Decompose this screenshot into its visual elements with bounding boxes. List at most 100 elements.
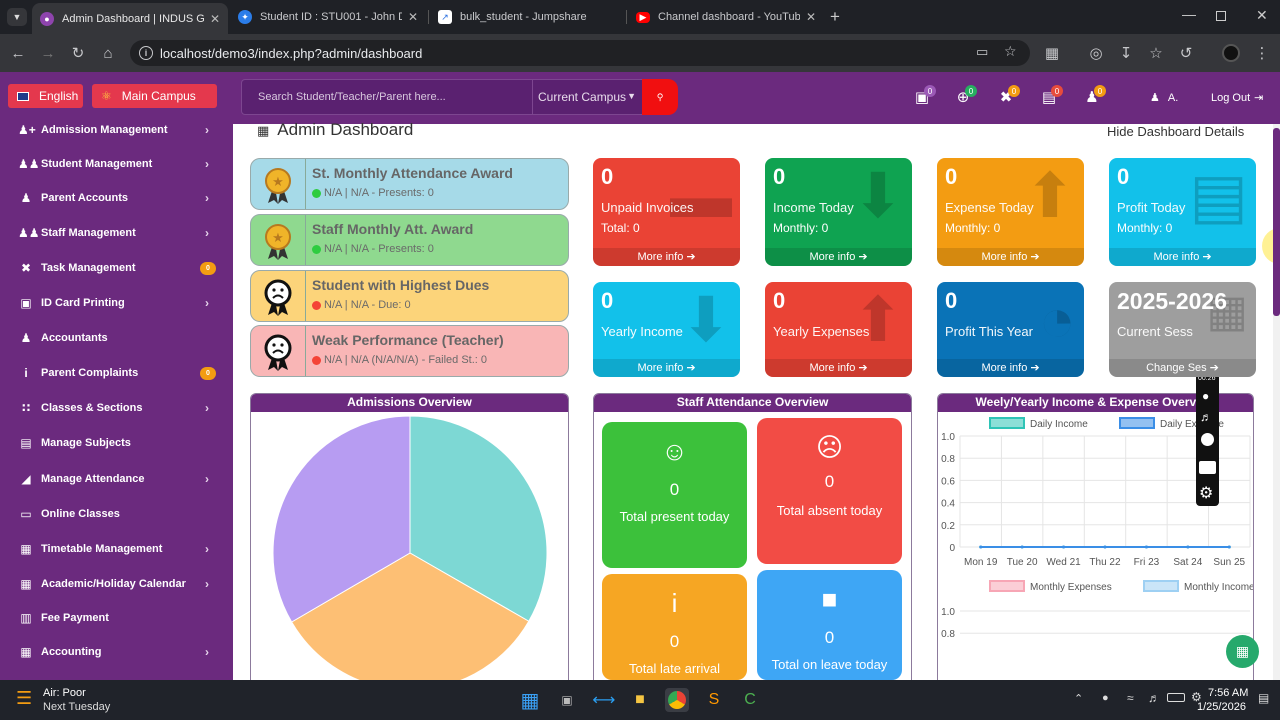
data-point[interactable] bbox=[1062, 545, 1066, 549]
more-info-link[interactable]: Change Ses ➔ bbox=[1109, 359, 1256, 377]
battery-icon[interactable] bbox=[1167, 693, 1185, 702]
camtasia-icon[interactable]: C bbox=[738, 688, 762, 712]
task-view-icon[interactable]: ▣ bbox=[555, 688, 579, 712]
install-app-icon[interactable]: ▭ bbox=[976, 44, 988, 60]
webcam-icon[interactable] bbox=[1201, 433, 1214, 446]
close-icon[interactable]: ✕ bbox=[408, 10, 418, 24]
data-point[interactable] bbox=[1144, 545, 1148, 549]
address-bar[interactable]: i localhost/demo3/index.php?admin/dashbo… bbox=[130, 40, 1030, 66]
sidebar-item-admission-management[interactable]: ♟+ Admission Management › bbox=[0, 113, 233, 147]
attendance-tile[interactable]: i 0 Total late arrival bbox=[602, 574, 747, 680]
legend-label[interactable]: Daily Income bbox=[1030, 419, 1088, 430]
attendance-tile[interactable]: ☺ 0 Total present today bbox=[602, 422, 747, 568]
award-card[interactable]: ★ St. Monthly Attendance Award N/A | N/A -… bbox=[250, 158, 569, 210]
legend-label[interactable]: Monthly Income bbox=[1184, 582, 1253, 593]
language-button[interactable]: English bbox=[8, 84, 83, 108]
wifi-icon[interactable]: ≈ bbox=[1127, 691, 1134, 705]
sublime-icon[interactable]: S bbox=[702, 688, 726, 712]
weather-title[interactable]: Air: Poor bbox=[43, 687, 86, 699]
user-menu[interactable]: ♟ A. bbox=[1150, 91, 1178, 104]
more-info-link[interactable]: More info ➔ bbox=[937, 359, 1084, 377]
search-button[interactable]: ⚲ bbox=[642, 79, 678, 115]
tab-jumpshare[interactable]: ↗ bulk_student - Jumpshare bbox=[430, 4, 622, 30]
data-point[interactable] bbox=[979, 545, 983, 549]
bookmark-star-icon[interactable]: ☆ bbox=[1004, 43, 1017, 60]
data-point[interactable] bbox=[1103, 545, 1107, 549]
back-icon[interactable]: ← bbox=[8, 43, 28, 63]
close-icon[interactable]: ✕ bbox=[210, 12, 220, 26]
sidebar-item-id-card-printing[interactable]: ▣ ID Card Printing › bbox=[0, 286, 233, 320]
more-info-link[interactable]: More info ➔ bbox=[765, 248, 912, 266]
main-campus-button[interactable]: ⚛ Main Campus bbox=[92, 84, 217, 108]
attendance-tile[interactable]: ■ 0 Total on leave today bbox=[757, 570, 902, 680]
sidebar-item-staff-management[interactable]: ♟♟ Staff Management › bbox=[0, 216, 233, 250]
tab-admin-dashboard[interactable]: ● Admin Dashboard | INDUS GRA ✕ bbox=[32, 3, 228, 34]
sidebar-item-timetable-management[interactable]: ▦ Timetable Management › bbox=[0, 532, 233, 566]
new-tab-icon[interactable]: + bbox=[830, 7, 840, 27]
notifications-icon[interactable]: ▤ bbox=[1258, 691, 1269, 705]
extensions-icon[interactable]: ▦ bbox=[1042, 43, 1062, 63]
microphone-icon[interactable]: ● bbox=[1202, 389, 1209, 403]
minimize-icon[interactable]: — bbox=[1182, 6, 1196, 22]
sidebar-item-student-management[interactable]: ♟♟ Student Management › bbox=[0, 147, 233, 181]
sidebar-item-accounting[interactable]: ▦ Accounting › bbox=[0, 635, 233, 669]
vscode-icon[interactable]: ⟷ bbox=[592, 688, 616, 712]
reload-icon[interactable]: ↻ bbox=[68, 43, 88, 63]
calculator-fab[interactable]: ▦ bbox=[1226, 635, 1259, 668]
tab-search-chevron-icon[interactable]: ▼ bbox=[7, 8, 27, 26]
screen-icon[interactable] bbox=[1199, 461, 1216, 474]
data-point[interactable] bbox=[1020, 545, 1024, 549]
award-card[interactable]: ★ Staff Monthly Att. Award N/A | N/A - Pre… bbox=[250, 214, 569, 266]
legend-label[interactable]: Monthly Expenses bbox=[1030, 582, 1112, 593]
search-input[interactable]: Search Student/Teacher/Parent here... bbox=[241, 79, 533, 115]
attendance-tile[interactable]: ☹ 0 Total absent today bbox=[757, 418, 902, 564]
chrome-icon[interactable] bbox=[665, 688, 689, 712]
award-card[interactable]: Weak Performance (Teacher) N/A | N/A (N/A… bbox=[250, 325, 569, 377]
restore-icon[interactable] bbox=[1216, 11, 1226, 21]
sidebar-item-task-management[interactable]: ✖ Task Management 0 bbox=[0, 251, 233, 285]
close-window-icon[interactable]: ✕ bbox=[1256, 7, 1268, 24]
file-explorer-icon[interactable]: ■ bbox=[628, 688, 652, 712]
speaker-icon[interactable]: ♬ bbox=[1200, 410, 1212, 424]
sidebar-item-academic-holiday-calendar[interactable]: ▦ Academic/Holiday Calendar › bbox=[0, 567, 233, 601]
download-icon[interactable]: ↧ bbox=[1116, 43, 1136, 63]
home-icon[interactable]: ⌂ bbox=[98, 43, 118, 63]
more-info-link[interactable]: More info ➔ bbox=[593, 248, 740, 266]
favorites-icon[interactable]: ☆ bbox=[1146, 43, 1166, 63]
menu-icon[interactable]: ⋮ bbox=[1252, 43, 1272, 63]
close-icon[interactable]: ✕ bbox=[806, 10, 816, 24]
more-info-link[interactable]: More info ➔ bbox=[765, 359, 912, 377]
scrollbar-thumb[interactable] bbox=[1273, 128, 1280, 316]
microphone-tray-icon[interactable]: ● bbox=[1102, 692, 1109, 704]
tab-youtube[interactable]: ▶ Channel dashboard - YouTube S ✕ bbox=[628, 4, 824, 30]
more-info-link[interactable]: More info ➔ bbox=[593, 359, 740, 377]
data-point[interactable] bbox=[1227, 545, 1231, 549]
clock-date[interactable]: 1/25/2026 bbox=[1197, 701, 1246, 713]
more-info-link[interactable]: More info ➔ bbox=[1109, 248, 1256, 266]
campus-select[interactable]: Current Campus ▼ bbox=[532, 79, 643, 115]
sidebar-item-accountants[interactable]: ♟ Accountants bbox=[0, 321, 233, 355]
data-point[interactable] bbox=[1186, 545, 1190, 549]
site-info-icon[interactable]: i bbox=[139, 46, 153, 60]
forward-icon[interactable]: → bbox=[38, 43, 58, 63]
sidebar-item-fee-payment[interactable]: ▥ Fee Payment bbox=[0, 601, 233, 635]
hide-details-link[interactable]: Hide Dashboard Details bbox=[1107, 124, 1244, 139]
tray-chevron-icon[interactable]: ⌃ bbox=[1074, 692, 1083, 705]
sidebar-item-classes-sections[interactable]: ∷ Classes & Sections › bbox=[0, 391, 233, 425]
history-icon[interactable]: ↺ bbox=[1176, 43, 1196, 63]
start-icon[interactable]: ▦ bbox=[518, 688, 542, 712]
sidebar-item-manage-attendance[interactable]: ◢ Manage Attendance › bbox=[0, 462, 233, 496]
volume-icon[interactable]: ♬ bbox=[1148, 691, 1160, 705]
settings-gear-icon[interactable]: ⚙ bbox=[1199, 483, 1213, 503]
profile-avatar[interactable] bbox=[1222, 44, 1240, 62]
tab-student-id[interactable]: ✦ Student ID : STU001 - John Do ✕ bbox=[230, 4, 426, 30]
incognito-icon[interactable]: ◎ bbox=[1086, 43, 1106, 63]
sidebar-item-parent-complaints[interactable]: i Parent Complaints 0 bbox=[0, 356, 233, 390]
sidebar-item-online-classes[interactable]: ▭ Online Classes bbox=[0, 497, 233, 531]
sidebar-item-parent-accounts[interactable]: ♟ Parent Accounts › bbox=[0, 181, 233, 215]
clock-time[interactable]: 7:56 AM bbox=[1208, 687, 1248, 699]
more-info-link[interactable]: More info ➔ bbox=[937, 248, 1084, 266]
logout-button[interactable]: Log Out ⇥ bbox=[1211, 91, 1263, 104]
sidebar-item-manage-subjects[interactable]: ▤ Manage Subjects bbox=[0, 426, 233, 460]
award-card[interactable]: Student with Highest Dues N/A | N/A - Due… bbox=[250, 270, 569, 322]
